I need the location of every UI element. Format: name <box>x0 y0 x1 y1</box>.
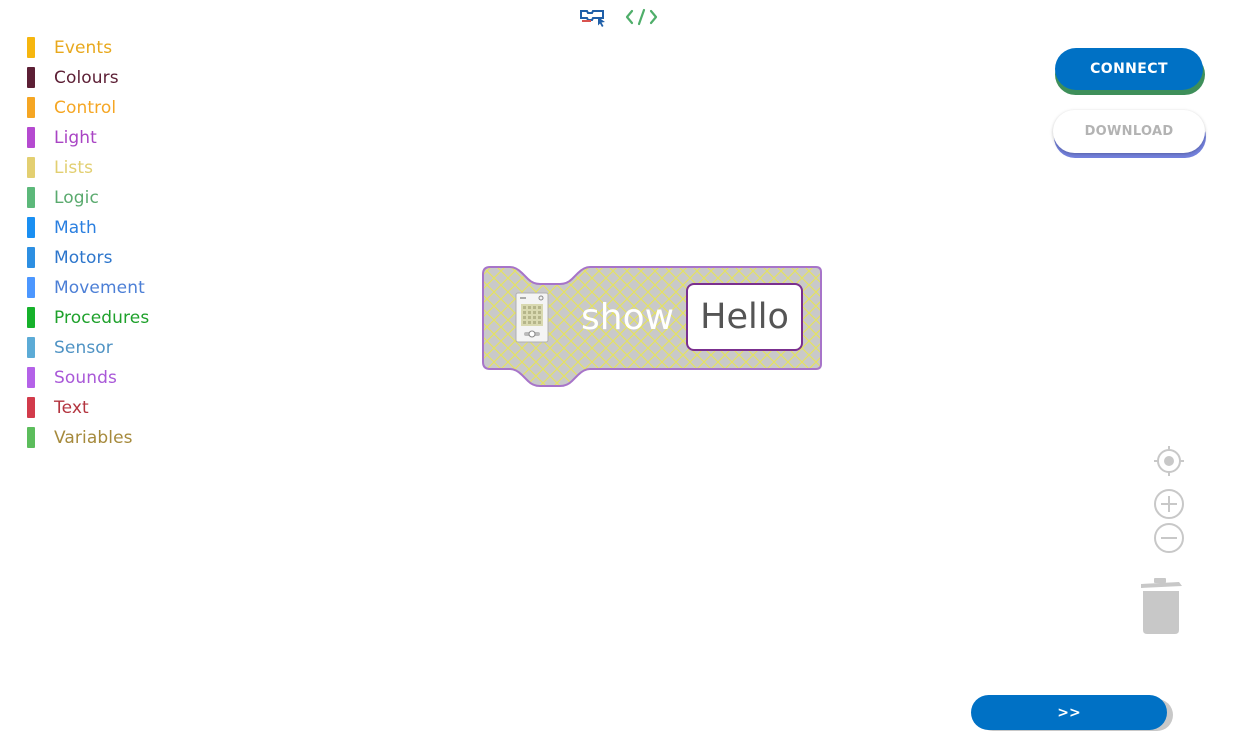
category-color-swatch <box>27 67 35 88</box>
microbit-device-icon <box>515 292 549 343</box>
category-color-swatch <box>27 427 35 448</box>
category-label: Sensor <box>54 338 113 358</box>
category-label: Events <box>54 38 113 58</box>
category-label: Motors <box>54 248 113 268</box>
category-item-procedures[interactable]: Procedures <box>27 306 197 336</box>
zoom-in-icon[interactable] <box>1153 488 1185 520</box>
category-label: Variables <box>54 428 133 448</box>
recenter-icon[interactable] <box>1153 445 1185 477</box>
category-item-math[interactable]: Math <box>27 216 197 246</box>
category-color-swatch <box>27 217 35 238</box>
category-label: Light <box>54 128 97 148</box>
category-color-swatch <box>27 127 35 148</box>
trash-icon[interactable] <box>1139 576 1184 636</box>
category-label: Math <box>54 218 97 238</box>
category-label: Control <box>54 98 117 118</box>
category-color-swatch <box>27 157 35 178</box>
category-color-swatch <box>27 307 35 328</box>
block-show-label: show <box>581 297 675 338</box>
category-item-sounds[interactable]: Sounds <box>27 366 197 396</box>
connect-button-wrap: CONNECT <box>1055 48 1205 95</box>
editor-mode-switch <box>578 6 662 28</box>
category-label: Colours <box>54 68 119 88</box>
category-color-swatch <box>27 337 35 358</box>
blocks-workspace: Events Colours Control Light Lists Logic Math M… <box>0 0 1239 731</box>
category-label: Logic <box>54 188 99 208</box>
category-color-swatch <box>27 367 35 388</box>
category-color-swatch <box>27 187 35 208</box>
category-color-swatch <box>27 397 35 418</box>
category-label: Movement <box>54 278 145 298</box>
category-item-motors[interactable]: Motors <box>27 246 197 276</box>
category-label: Sounds <box>54 368 117 388</box>
category-color-swatch <box>27 37 35 58</box>
download-button-wrap: DOWNLOAD <box>1053 110 1206 158</box>
run-button[interactable]: >> <box>971 695 1167 730</box>
zoom-out-icon[interactable] <box>1153 522 1185 554</box>
category-item-logic[interactable]: Logic <box>27 186 197 216</box>
category-item-movement[interactable]: Movement <box>27 276 197 306</box>
category-item-text[interactable]: Text <box>27 396 197 426</box>
code-mode-icon[interactable] <box>624 6 660 28</box>
category-item-colours[interactable]: Colours <box>27 66 197 96</box>
category-item-lists[interactable]: Lists <box>27 156 197 186</box>
category-toolbox: Events Colours Control Light Lists Logic Math M… <box>27 36 197 456</box>
category-item-light[interactable]: Light <box>27 126 197 156</box>
blocks-mode-icon[interactable] <box>578 6 608 28</box>
category-label: Lists <box>54 158 94 178</box>
run-button-wrap: >> <box>971 695 1173 731</box>
category-item-events[interactable]: Events <box>27 36 197 66</box>
category-color-swatch <box>27 247 35 268</box>
category-label: Text <box>54 398 89 418</box>
download-button[interactable]: DOWNLOAD <box>1053 110 1205 153</box>
category-label: Procedures <box>54 308 150 328</box>
category-item-control[interactable]: Control <box>27 96 197 126</box>
category-color-swatch <box>27 277 35 298</box>
block-text-input[interactable]: Hello <box>686 283 803 351</box>
category-item-sensor[interactable]: Sensor <box>27 336 197 366</box>
category-color-swatch <box>27 97 35 118</box>
category-item-variables[interactable]: Variables <box>27 426 197 456</box>
connect-button[interactable]: CONNECT <box>1055 48 1203 90</box>
